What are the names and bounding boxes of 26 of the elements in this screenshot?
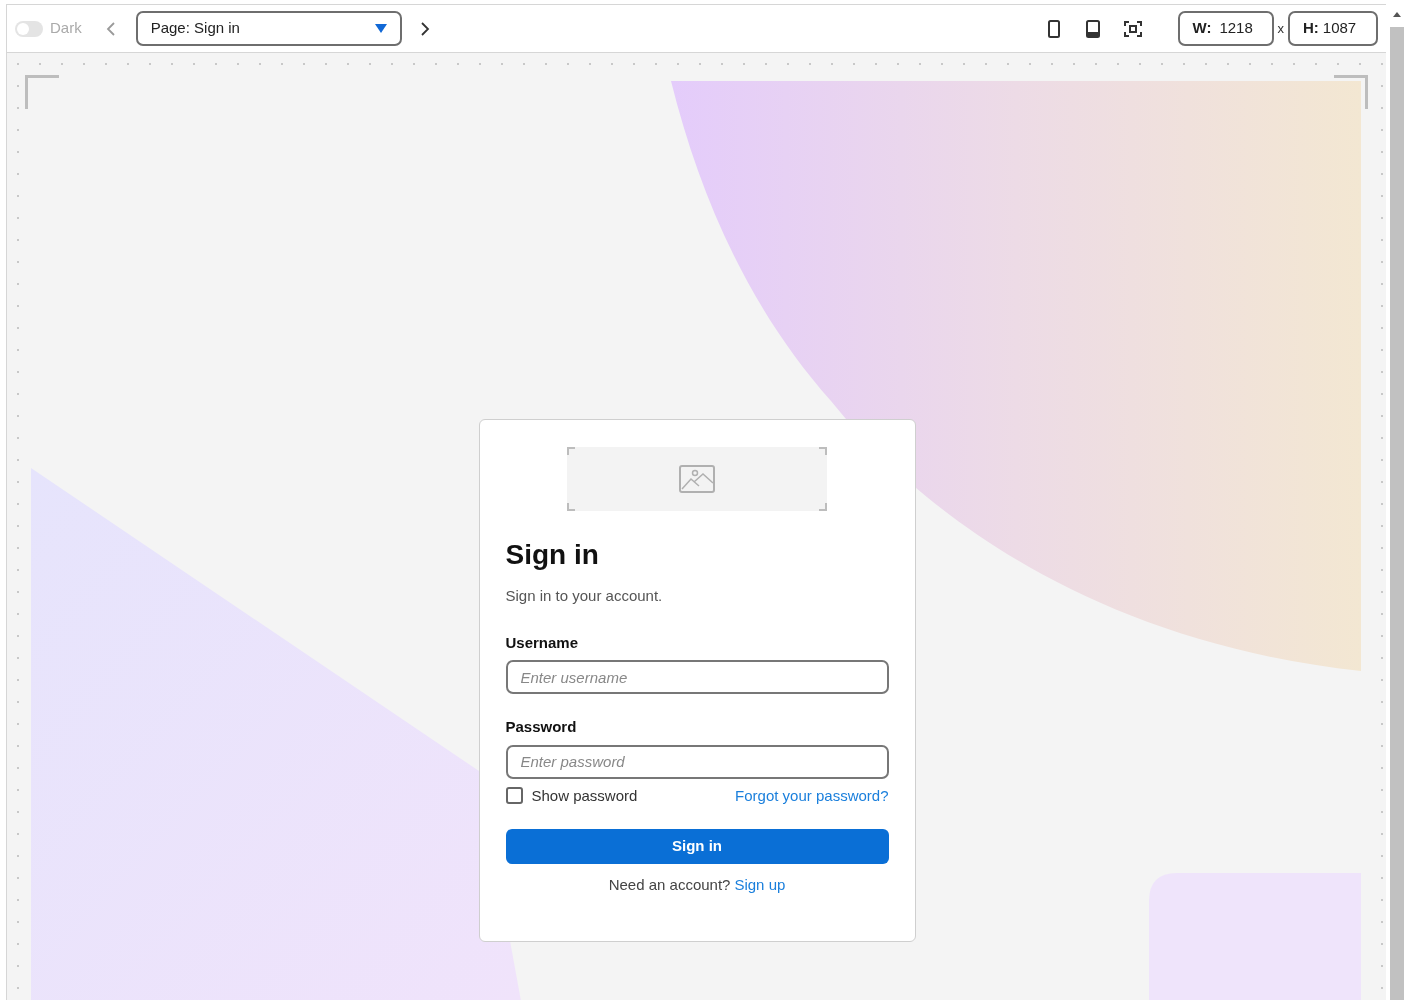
page-select[interactable]: Page: Sign in bbox=[135, 11, 402, 46]
footer-text: Need an account? bbox=[608, 875, 731, 895]
caret-down-icon bbox=[374, 24, 387, 33]
tablet-icon[interactable] bbox=[1085, 19, 1100, 38]
sign-in-title: Sign in bbox=[505, 538, 600, 572]
sign-in-button[interactable]: Sign in bbox=[505, 829, 889, 864]
field-label: Password bbox=[505, 717, 578, 737]
field-label: Username bbox=[505, 632, 580, 653]
sign-up-link[interactable]: Sign up bbox=[734, 874, 786, 897]
image-icon bbox=[679, 465, 715, 493]
forgot-password-link[interactable]: Forgot your password? bbox=[735, 784, 889, 807]
phone-icon[interactable] bbox=[1047, 19, 1060, 38]
height-field[interactable]: H: 1087 bbox=[1288, 11, 1378, 46]
dark-mode-toggle[interactable] bbox=[15, 20, 43, 37]
sign-in-subtitle: Sign in to your account. bbox=[505, 586, 664, 606]
input-field[interactable]: Enter username bbox=[505, 660, 889, 694]
show-password-label: Show password bbox=[531, 785, 638, 806]
width-field[interactable]: W: 1218 bbox=[1177, 11, 1274, 46]
chevron-right-icon[interactable] bbox=[419, 20, 430, 37]
show-password-checkbox[interactable] bbox=[505, 787, 523, 805]
fit-screen-icon[interactable] bbox=[1123, 20, 1142, 37]
dark-mode-label: Dark bbox=[50, 18, 82, 39]
scroll-up-icon[interactable] bbox=[1393, 12, 1401, 17]
size-separator: x bbox=[1277, 19, 1284, 38]
input-field[interactable]: Enter password bbox=[505, 744, 889, 779]
chevron-left-icon[interactable] bbox=[105, 20, 116, 37]
